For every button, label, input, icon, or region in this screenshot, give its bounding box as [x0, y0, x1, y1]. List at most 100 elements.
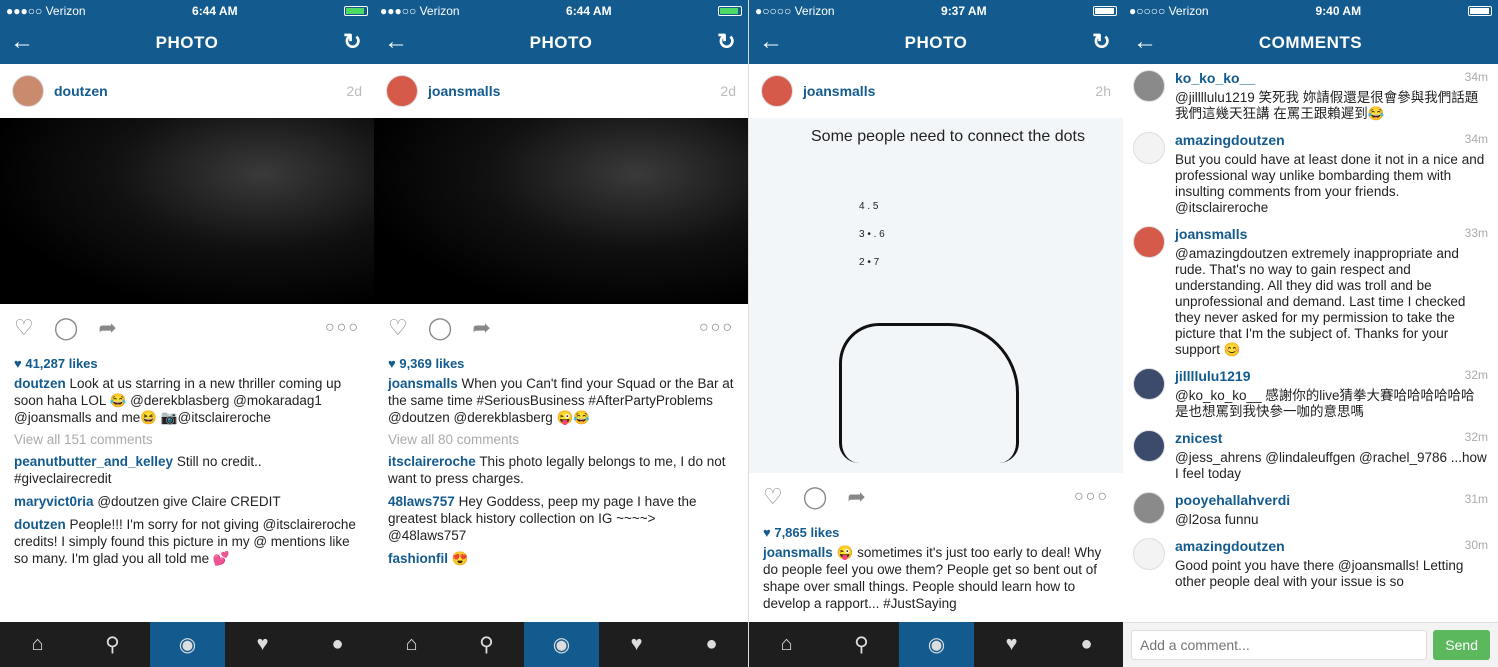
profile-tab-icon[interactable]: ● [1049, 622, 1123, 667]
comment-row: fashionfil 😍 [374, 550, 748, 567]
comment-time: 33m [1464, 226, 1488, 240]
comment-user[interactable]: amazingdoutzen [1175, 538, 1285, 554]
activity-tab-icon[interactable]: ♥ [225, 622, 300, 667]
post-photo[interactable] [0, 118, 374, 304]
screen-comments: ●○○○○ Verizon 9:40 AM ← COMMENTS ko_ko_k… [1123, 0, 1498, 667]
avatar[interactable] [1133, 368, 1165, 400]
caption-user[interactable]: doutzen [14, 376, 66, 391]
comment-user[interactable]: znicest [1175, 430, 1222, 446]
comment-text: @l2osa funnu [1175, 512, 1259, 527]
search-tab-icon[interactable]: ⚲ [449, 622, 524, 667]
likes-count[interactable]: ♥ 41,287 likes [0, 352, 374, 375]
comment-user[interactable]: peanutbutter_and_kelley [14, 454, 173, 469]
comment-user[interactable]: pooyehallahverdi [1175, 492, 1290, 508]
activity-tab-icon[interactable]: ♥ [974, 622, 1049, 667]
comments-list: ko_ko_ko__ 34m @jillllulu1219 笑死我 妳請假還是很會參… [1123, 64, 1498, 594]
more-options-icon[interactable]: ○○○ [325, 319, 360, 337]
avatar[interactable] [1133, 430, 1165, 462]
post-username[interactable]: joansmalls [803, 83, 1095, 99]
caption-user[interactable]: joansmalls [763, 545, 833, 560]
action-bar: ♡ ◯ ➦ ○○○ [749, 473, 1123, 521]
profile-tab-icon[interactable]: ● [674, 622, 748, 667]
comment-icon[interactable]: ◯ [428, 315, 453, 341]
camera-tab-icon[interactable]: ◉ [899, 622, 974, 667]
avatar[interactable] [1133, 132, 1165, 164]
comment-icon[interactable]: ◯ [54, 315, 79, 341]
camera-tab-icon[interactable]: ◉ [150, 622, 225, 667]
more-options-icon[interactable]: ○○○ [1074, 488, 1109, 506]
comment-icon[interactable]: ◯ [803, 484, 828, 510]
comment-composer: Send [1123, 622, 1498, 667]
heart-icon[interactable]: ♡ [14, 315, 34, 341]
send-button[interactable]: Send [1433, 630, 1490, 660]
profile-tab-icon[interactable]: ● [300, 622, 374, 667]
post-photo[interactable] [374, 118, 748, 304]
post-username[interactable]: doutzen [54, 83, 346, 99]
comment-user[interactable]: joansmalls [1175, 226, 1247, 242]
comment-row: 48laws757 Hey Goddess, peep my page I ha… [374, 493, 748, 544]
back-arrow-icon[interactable]: ← [384, 30, 409, 54]
comment-input[interactable] [1131, 630, 1428, 660]
heart-icon[interactable]: ♡ [763, 484, 783, 510]
comment-user[interactable]: maryvict0ria [14, 494, 94, 509]
comment-text: @ko_ko_ko__ 感謝你的live猜拳大賽哈哈哈哈哈哈是也想罵到我快參一咖… [1175, 388, 1475, 419]
comment-time: 30m [1464, 538, 1488, 552]
view-all-comments[interactable]: View all 151 comments [0, 432, 374, 447]
post-time: 2h [1095, 83, 1111, 99]
refresh-icon[interactable]: ↻ [1092, 30, 1111, 54]
comment-user[interactable]: doutzen [14, 517, 66, 532]
camera-tab-icon[interactable]: ◉ [524, 622, 599, 667]
avatar[interactable] [1133, 70, 1165, 102]
screen-photo-doutzen: ●●●○○ Verizon 6:44 AM ← PHOTO ↻ doutzen … [0, 0, 375, 667]
search-tab-icon[interactable]: ⚲ [824, 622, 899, 667]
action-bar: ♡ ◯ ➦ ○○○ [0, 304, 374, 352]
refresh-icon[interactable]: ↻ [717, 30, 736, 54]
comment-user[interactable]: ko_ko_ko__ [1175, 70, 1255, 86]
likes-count[interactable]: ♥ 9,369 likes [374, 352, 748, 375]
home-tab-icon[interactable]: ⌂ [374, 622, 449, 667]
avatar[interactable] [761, 75, 793, 107]
likes-count[interactable]: ♥ 7,865 likes [749, 521, 1123, 544]
heart-icon[interactable]: ♡ [388, 315, 408, 341]
dot-numbers: 4 . 5 3 • . 6 2 • 7 [859, 201, 885, 268]
comment-user[interactable]: jillllulu1219 [1175, 368, 1250, 384]
share-icon[interactable]: ➦ [472, 315, 490, 341]
comment-time: 34m [1464, 70, 1488, 84]
comment-row: peanutbutter_and_kelley Still no credit.… [0, 453, 374, 487]
comment-user[interactable]: amazingdoutzen [1175, 132, 1285, 148]
comment-user[interactable]: fashionfil [388, 551, 448, 566]
avatar[interactable] [1133, 492, 1165, 524]
carrier: ●○○○○ Verizon [1129, 4, 1209, 18]
screen-photo-dots: ●○○○○ Verizon 9:37 AM ← PHOTO ↻ joansmal… [749, 0, 1124, 667]
comment-text: @jess_ahrens @lindaleuffgen @rachel_9786… [1175, 450, 1487, 481]
comment-row: jillllulu1219 32m @ko_ko_ko__ 感謝你的live猜拳大賽… [1133, 362, 1488, 424]
share-icon[interactable]: ➦ [847, 484, 865, 510]
home-tab-icon[interactable]: ⌂ [0, 622, 75, 667]
back-arrow-icon[interactable]: ← [10, 30, 35, 54]
avatar[interactable] [1133, 226, 1165, 258]
image-text: Some people need to connect the dots [811, 128, 1085, 145]
view-all-comments[interactable]: View all 80 comments [374, 432, 748, 447]
comment-row: pooyehallahverdi 31m @l2osa funnu [1133, 486, 1488, 532]
avatar[interactable] [12, 75, 44, 107]
comment-row: doutzen People!!! I'm sorry for not givi… [0, 516, 374, 567]
avatar[interactable] [386, 75, 418, 107]
back-arrow-icon[interactable]: ← [1133, 30, 1158, 54]
comment-user[interactable]: itsclaireroche [388, 454, 476, 469]
share-icon[interactable]: ➦ [98, 315, 116, 341]
refresh-icon[interactable]: ↻ [343, 30, 362, 54]
activity-tab-icon[interactable]: ♥ [599, 622, 674, 667]
home-tab-icon[interactable]: ⌂ [749, 622, 824, 667]
caption-user[interactable]: joansmalls [388, 376, 458, 391]
comment-text: @jillllulu1219 笑死我 妳請假還是很會參與我們話題 我們這幾天狂講… [1175, 90, 1479, 121]
post-photo[interactable]: Some people need to connect the dots 4 .… [749, 118, 1123, 473]
comment-user[interactable]: 48laws757 [388, 494, 455, 509]
avatar[interactable] [1133, 538, 1165, 570]
clock: 6:44 AM [192, 4, 238, 18]
more-options-icon[interactable]: ○○○ [699, 319, 734, 337]
comment-row: ko_ko_ko__ 34m @jillllulu1219 笑死我 妳請假還是很會參… [1133, 64, 1488, 126]
search-tab-icon[interactable]: ⚲ [75, 622, 150, 667]
back-arrow-icon[interactable]: ← [759, 30, 784, 54]
battery-icon [718, 6, 742, 16]
post-username[interactable]: joansmalls [428, 83, 720, 99]
